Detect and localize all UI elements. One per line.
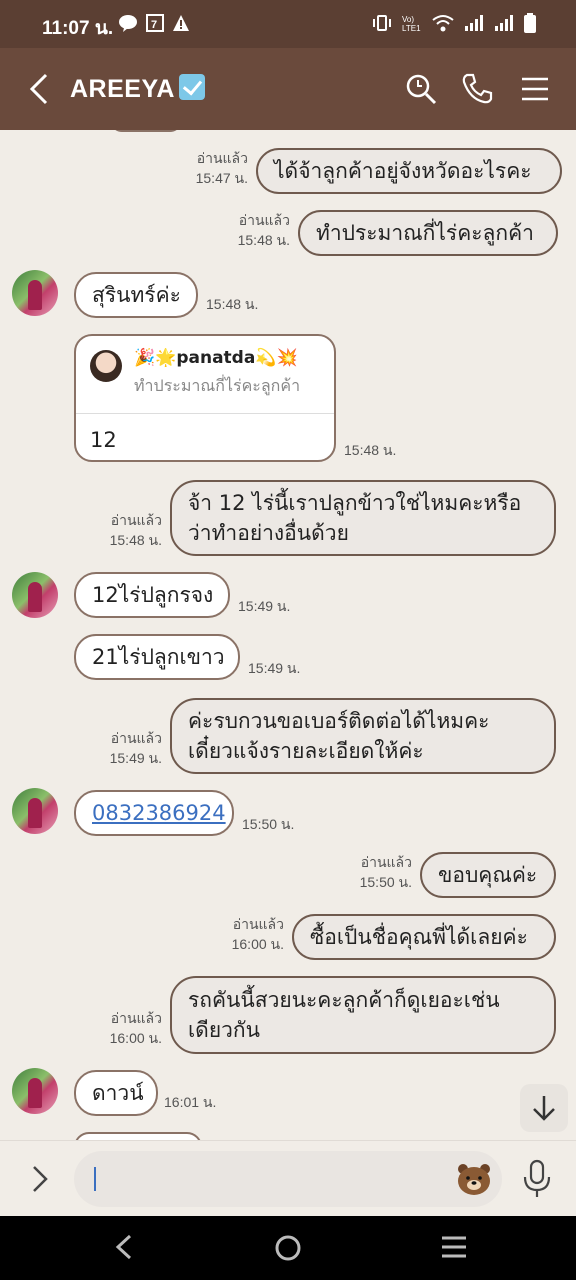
read-receipt: อ่านแล้ว <box>110 1010 162 1026</box>
message-text: 12ไร่ปลูกรจง <box>92 583 214 607</box>
message-time: 15:47 น. <box>195 170 248 186</box>
nav-recents-icon[interactable] <box>440 1234 468 1260</box>
message-text-line: ว่าทำอย่างอื่นด้วย <box>188 521 349 545</box>
message-bubble-out[interactable]: ได้จ้าลูกค้าอยู่จังหวัดอะไรคะ <box>256 148 562 194</box>
message-bubble-in[interactable]: สุรินทร์ค่ะ <box>74 272 198 318</box>
message-time: 16:01 น. <box>164 1094 217 1110</box>
vibrate-icon <box>373 15 391 31</box>
system-nav-bar <box>0 1216 576 1280</box>
message-text-line: จ้า 12 ไร่นี้เราปลูกข้าวใช่ไหมคะหรือ <box>188 491 522 515</box>
message-bubble-out[interactable]: จ้า 12 ไร่นี้เราปลูกข้าวใช่ไหมคะหรือ ว่า… <box>170 480 556 556</box>
read-receipt: อ่านแล้ว <box>110 512 162 528</box>
read-receipt: อ่านแล้ว <box>110 730 162 746</box>
microphone-icon[interactable] <box>522 1159 552 1199</box>
chat-header: AREEYA <box>0 48 576 130</box>
message-time: 15:48 น. <box>109 532 162 548</box>
message-text: ซื้อเป็นชื่อคุณพี่ได้เลยค่ะ <box>310 925 528 949</box>
message-text-line: รถคันนี้สวยนะคะลูกค้าก็ดูเยอะเช่น <box>188 988 500 1012</box>
read-receipt: อ่านแล้ว <box>232 916 284 932</box>
message-bubble-out[interactable]: ซื้อเป็นชื่อคุณพี่ได้เลยค่ะ <box>292 914 556 960</box>
message-bubble-in[interactable]: 21ไร่ปลูกเขาว <box>74 634 240 680</box>
message-time: 16:00 น. <box>109 1030 162 1046</box>
svg-text:7: 7 <box>151 19 157 31</box>
expand-chevron-icon[interactable] <box>26 1163 54 1195</box>
store-app-icon: 7 <box>146 14 164 32</box>
chat-title[interactable]: AREEYA <box>70 74 205 104</box>
reply-message-card[interactable]: 🎉🌟panatda💫💥 ทำประมาณกี่ไร่คะลูกค้า 12 <box>74 334 336 462</box>
reply-avatar <box>90 350 122 382</box>
svg-text:Vo): Vo) <box>402 15 414 24</box>
menu-icon[interactable] <box>518 72 552 106</box>
reply-quoted-text: ทำประมาณกี่ไร่คะลูกค้า <box>134 376 301 395</box>
message-bubble-out[interactable]: ค่ะรบกวนขอเบอร์ติดต่อได้ไหมคะ เดี๋ยวแจ้ง… <box>170 698 556 774</box>
message-bubble-partial <box>110 130 182 132</box>
message-text-line: เดียวกัน <box>188 1018 260 1042</box>
reply-quote[interactable]: 🎉🌟panatda💫💥 ทำประมาณกี่ไร่คะลูกค้า <box>76 336 334 414</box>
reply-sender-name: 🎉🌟panatda💫💥 <box>134 348 298 368</box>
search-icon[interactable] <box>404 72 438 106</box>
text-caret <box>94 1167 96 1191</box>
message-text: สุรินทร์ค่ะ <box>92 283 181 307</box>
message-bubble-in[interactable]: ดาวน์ <box>74 1070 158 1116</box>
phone-number-link[interactable]: 0832386924 <box>92 798 226 828</box>
message-text: 21ไร่ปลูกเขาว <box>92 645 225 669</box>
sticker-bear-icon[interactable] <box>456 1161 492 1197</box>
message-bubble-out[interactable]: ทำประมาณกี่ไร่คะลูกค้า <box>298 210 558 256</box>
message-text: ขอบคุณค่ะ <box>438 863 538 887</box>
message-time: 15:49 น. <box>248 660 301 676</box>
message-time: 15:50 น. <box>359 874 412 890</box>
message-list[interactable]: อ่านแล้ว 15:47 น. ได้จ้าลูกค้าอยู่จังหวั… <box>0 130 576 1140</box>
message-time: 15:49 น. <box>109 750 162 766</box>
message-time: 16:00 น. <box>231 936 284 952</box>
message-time: 15:48 น. <box>237 232 290 248</box>
contact-avatar[interactable] <box>12 270 58 316</box>
phone-icon[interactable] <box>460 72 494 106</box>
arrow-down-icon <box>533 1096 555 1121</box>
contact-avatar[interactable] <box>12 788 58 834</box>
read-receipt: อ่านแล้ว <box>238 212 290 228</box>
message-time: 15:48 น. <box>206 296 259 312</box>
contact-avatar[interactable] <box>12 572 58 618</box>
read-receipt: อ่านแล้ว <box>360 854 412 870</box>
battery-icon <box>524 13 536 33</box>
volte-icon: Vo)LTE1 <box>402 15 421 32</box>
warning-icon <box>173 15 189 31</box>
message-text: ทำประมาณกี่ไร่คะลูกค้า <box>316 221 534 245</box>
message-text: 12 <box>90 428 117 452</box>
message-time: 15:50 น. <box>242 816 295 832</box>
contact-avatar[interactable] <box>12 1068 58 1114</box>
message-text-line: ค่ะรบกวนขอเบอร์ติดต่อได้ไหมคะ <box>188 709 490 733</box>
wifi-icon <box>432 15 454 32</box>
back-icon[interactable] <box>28 72 50 106</box>
message-text: ดาวน์ <box>92 1081 144 1105</box>
message-time: 15:49 น. <box>238 598 291 614</box>
message-bubble-in[interactable]: 12ไร่ปลูกรจง <box>74 572 230 618</box>
message-bubble-partial <box>74 1132 202 1140</box>
message-input-bar <box>0 1140 576 1216</box>
signal-icon-2 <box>495 15 513 31</box>
message-bubble-out[interactable]: รถคันนี้สวยนะคะลูกค้าก็ดูเยอะเช่น เดียวก… <box>170 976 556 1054</box>
svg-text:LTE1: LTE1 <box>402 24 421 32</box>
status-time: 11:07 น. <box>42 18 114 39</box>
line-app-icon <box>119 15 137 32</box>
message-bubble-out[interactable]: ขอบคุณค่ะ <box>420 852 556 898</box>
verified-check-icon <box>178 74 205 100</box>
message-input[interactable] <box>74 1151 502 1207</box>
signal-icon-1 <box>465 15 483 31</box>
nav-back-icon[interactable] <box>112 1234 136 1260</box>
message-text: ได้จ้าลูกค้าอยู่จังหวัดอะไรคะ <box>274 159 532 183</box>
message-text-line: เดี๋ยวแจ้งรายละเอียดให้ค่ะ <box>188 739 424 763</box>
scroll-down-button[interactable] <box>520 1084 568 1132</box>
message-time: 15:48 น. <box>344 442 397 458</box>
status-bar: 11:07 น. 7 Vo) LTE1 <box>0 0 576 48</box>
message-bubble-in[interactable]: 0832386924 <box>74 790 234 836</box>
read-receipt: อ่านแล้ว <box>196 150 248 166</box>
nav-home-icon[interactable] <box>274 1234 302 1262</box>
